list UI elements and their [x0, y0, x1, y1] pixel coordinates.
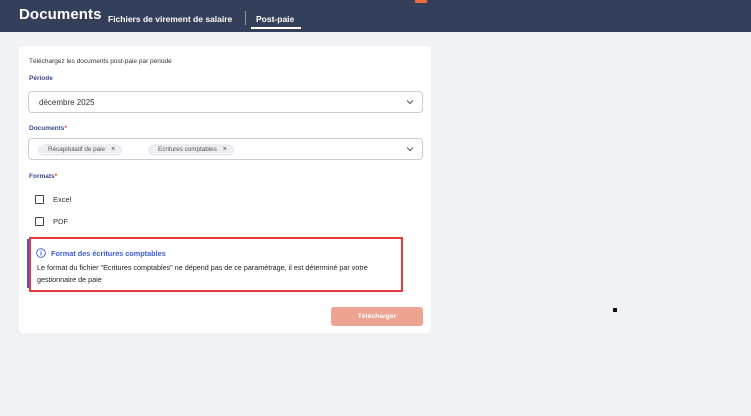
excel-checkbox[interactable]	[35, 194, 44, 204]
formats-label-text: Formats	[29, 173, 55, 180]
document-chip-ecritures: Ecritures comptables ×	[148, 144, 234, 156]
documents-label-text: Documents	[29, 125, 65, 132]
post-paie-form-card: Téléchargez les documents post-paie par …	[19, 46, 431, 333]
periode-select[interactable]: décembre 2025	[28, 91, 423, 113]
excel-label: Excel	[53, 194, 72, 204]
tab-post-paie[interactable]: Post-paie	[256, 14, 294, 24]
formats-label: Formats*	[29, 173, 57, 180]
format-option-pdf[interactable]: PDF	[35, 216, 68, 226]
cursor-dot	[613, 308, 617, 312]
tab-separator	[245, 11, 246, 25]
chevron-down-icon	[406, 147, 414, 152]
remove-chip-icon[interactable]: ×	[111, 146, 115, 153]
documents-label: Documents*	[29, 125, 67, 132]
page-title: Documents	[19, 6, 102, 23]
document-chip-recapitulatif: Récapitulatif de paie ×	[38, 144, 123, 156]
top-accent-mark	[415, 0, 427, 3]
documents-multiselect[interactable]: Récapitulatif de paie × Ecritures comptab…	[28, 138, 423, 160]
active-tab-indicator	[251, 27, 301, 29]
pdf-checkbox[interactable]	[35, 216, 44, 226]
required-marker: *	[54, 173, 58, 180]
chip-label: Récapitulatif de paie	[48, 146, 106, 153]
download-button[interactable]: Télécharger	[331, 307, 423, 326]
format-option-excel[interactable]: Excel	[35, 194, 71, 204]
top-navigation-bar: Documents Fichiers de virement de salair…	[0, 0, 751, 32]
pdf-label: PDF	[53, 216, 68, 226]
chip-label: Ecritures comptables	[158, 146, 217, 153]
periode-selected-value: décembre 2025	[39, 98, 95, 107]
highlight-box	[29, 237, 403, 292]
periode-label: Période	[29, 75, 53, 82]
periode-label-text: Période	[29, 75, 53, 82]
chevron-down-icon	[406, 100, 414, 105]
form-intro-text: Téléchargez les documents post-paie par …	[29, 58, 172, 65]
required-marker: *	[64, 125, 67, 132]
tab-fichiers-virement[interactable]: Fichiers de virement de salaire	[108, 14, 232, 24]
remove-chip-icon[interactable]: ×	[223, 146, 227, 153]
